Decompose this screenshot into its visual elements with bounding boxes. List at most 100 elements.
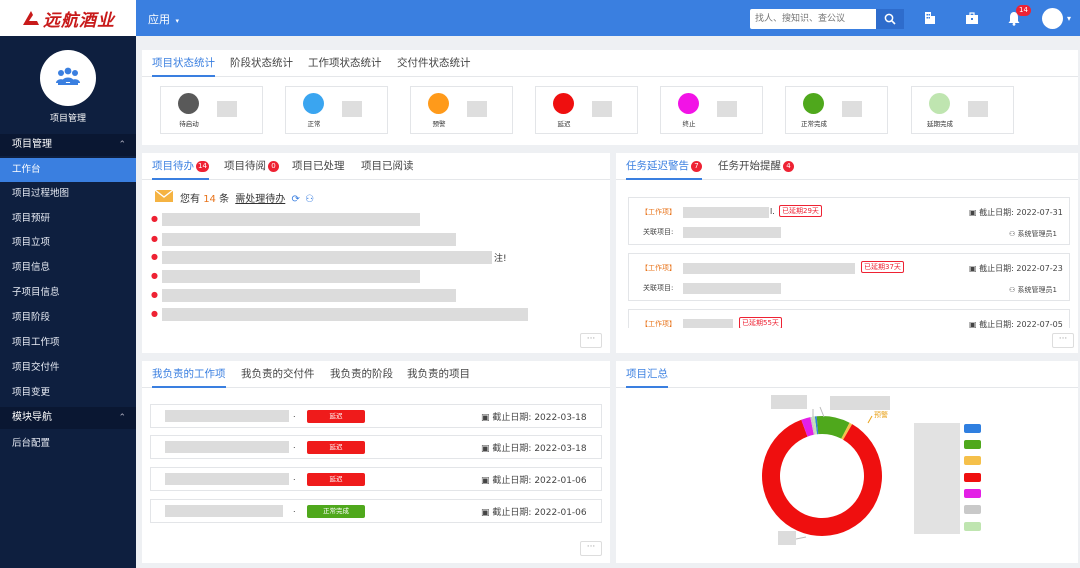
sidebar-item-initiation[interactable]: 项目立项 xyxy=(0,231,136,255)
tab-my-work-items[interactable]: 我负责的工作项 xyxy=(152,361,226,388)
todo-item[interactable] xyxy=(162,308,528,321)
due-date: 2022-07-23 xyxy=(1016,264,1063,273)
warning-item[interactable]: 【工作项】 已延期37天 ▣ 截止日期: 2022-07-23 关联项目: ⚇ … xyxy=(628,253,1070,301)
todo-item[interactable] xyxy=(162,213,420,226)
legend-swatch[interactable] xyxy=(964,440,981,449)
project-label: 关联项目: xyxy=(643,228,674,236)
legend-swatch[interactable] xyxy=(964,424,981,433)
stat-box[interactable]: 正常 xyxy=(285,86,388,134)
warning-due: ▣ 截止日期: 2022-07-23 xyxy=(969,263,1063,274)
stat-count-placeholder xyxy=(217,101,237,117)
sidebar: 项目管理 项目管理 ⌃ 工作台 项目过程地图 项目预研 项目立项 项目信息 子项… xyxy=(0,36,136,568)
legend-swatch[interactable] xyxy=(964,456,981,465)
building-icon[interactable] xyxy=(922,10,938,26)
sidebar-item-research[interactable]: 项目预研 xyxy=(0,207,136,231)
todo-item[interactable] xyxy=(162,233,456,246)
refresh-icon[interactable]: ⟳ xyxy=(291,194,299,205)
more-button[interactable]: ··· xyxy=(1052,333,1074,348)
more-button[interactable]: ··· xyxy=(580,333,602,348)
due-date: 2022-07-05 xyxy=(1016,320,1063,328)
pie-slice-3[interactable] xyxy=(762,419,882,536)
work-item-due: ▣ 截止日期: 2022-03-18 xyxy=(481,410,587,423)
stat-box[interactable]: 终止 xyxy=(660,86,763,134)
search-box xyxy=(750,9,904,29)
tab-my-stages[interactable]: 我负责的阶段 xyxy=(330,361,393,388)
work-item-row[interactable]: . 延迟 ▣ 截止日期: 2022-03-18 xyxy=(150,404,602,428)
more-button[interactable]: ··· xyxy=(580,541,602,556)
stat-box[interactable]: 待启动 xyxy=(160,86,263,134)
envelope-icon xyxy=(154,189,174,202)
sidebar-group-project[interactable]: 项目管理 ⌃ xyxy=(0,134,136,156)
chevron-down-icon[interactable]: ▾ xyxy=(1067,14,1071,23)
warning-item[interactable]: 【工作项】 l. 已延期29天 ▣ 截止日期: 2022-07-31 关联项目:… xyxy=(628,197,1070,245)
tab-task-start-reminder[interactable]: 任务开始提醒 4 xyxy=(718,153,794,180)
status-badge: 正常完成 xyxy=(307,505,365,518)
tab-project-read[interactable]: 项目已阅读 xyxy=(361,153,414,180)
tab-project-todo[interactable]: 项目待办 14 xyxy=(152,153,209,180)
sidebar-item-process-map[interactable]: 项目过程地图 xyxy=(0,182,136,206)
todo-item[interactable] xyxy=(162,251,492,264)
tab-stage-status[interactable]: 阶段状态统计 xyxy=(230,50,293,77)
tab-deliverable-status[interactable]: 交付件状态统计 xyxy=(397,50,471,77)
todo-link[interactable]: 需处理待办 xyxy=(235,194,285,205)
warning-tag: 【工作项】 xyxy=(641,320,676,328)
warning-title xyxy=(683,319,733,328)
tab-my-deliverables[interactable]: 我负责的交付件 xyxy=(241,361,315,388)
legend-swatch[interactable] xyxy=(964,473,981,482)
tab-my-projects[interactable]: 我负责的项目 xyxy=(407,361,470,388)
warning-item[interactable]: 【工作项】 已延期55天 ▣ 截止日期: 2022-07-05 xyxy=(628,309,1070,328)
work-item-row[interactable]: . 延迟 ▣ 截止日期: 2022-03-18 xyxy=(150,435,602,459)
stat-box[interactable]: 预警 xyxy=(410,86,513,134)
sidebar-item-subproject-info[interactable]: 子项目信息 xyxy=(0,281,136,305)
stat-box[interactable]: 延期完成 xyxy=(911,86,1014,134)
stat-box[interactable]: 正常完成 xyxy=(785,86,888,134)
tab-project-processed[interactable]: 项目已处理 xyxy=(292,153,345,180)
briefcase-icon[interactable] xyxy=(964,10,980,26)
sidebar-item-work-items[interactable]: 项目工作项 xyxy=(0,331,136,355)
stat-count-placeholder xyxy=(467,101,487,117)
due-date: 2022-01-06 xyxy=(534,508,587,518)
stat-box[interactable]: 延迟 xyxy=(535,86,638,134)
chart-label-placeholder xyxy=(771,395,807,409)
sidebar-item-workbench[interactable]: 工作台 xyxy=(0,158,136,182)
app-menu-label: 应用 xyxy=(148,13,170,26)
work-item-due: ▣ 截止日期: 2022-03-18 xyxy=(481,441,587,454)
work-item-title-tail: . xyxy=(293,505,296,514)
app-menu[interactable]: 应用 ▾ xyxy=(148,11,179,27)
sidebar-item-stages[interactable]: 项目阶段 xyxy=(0,306,136,330)
work-item-row[interactable]: . 正常完成 ▣ 截止日期: 2022-01-06 xyxy=(150,499,602,523)
sidebar-item-changes[interactable]: 项目变更 xyxy=(0,381,136,405)
todo-item[interactable] xyxy=(162,289,456,302)
chart-label-warning: 预警 xyxy=(874,411,888,419)
tab-task-delay-warning[interactable]: 任务延迟警告 7 xyxy=(626,153,702,180)
due-label: 截止日期: xyxy=(979,208,1014,217)
status-dot-icon xyxy=(803,93,824,114)
summary-prefix: 您有 xyxy=(180,194,200,205)
tab-work-item-status[interactable]: 工作项状态统计 xyxy=(308,50,382,77)
search-button[interactable] xyxy=(876,9,904,29)
todo-item[interactable] xyxy=(162,270,420,283)
warning-list: 【工作项】 l. 已延期29天 ▣ 截止日期: 2022-07-31 关联项目:… xyxy=(616,183,1078,328)
stat-label: 延迟 xyxy=(557,120,571,128)
due-label: 截止日期: xyxy=(492,476,532,486)
legend-swatch[interactable] xyxy=(964,505,981,514)
sidebar-item-project-info[interactable]: 项目信息 xyxy=(0,256,136,280)
stat-label: 预警 xyxy=(432,120,446,128)
calendar-icon: ▣ xyxy=(481,413,490,423)
logo-icon xyxy=(23,11,39,25)
work-item-row[interactable]: . 延迟 ▣ 截止日期: 2022-01-06 xyxy=(150,467,602,491)
sidebar-group-label: 项目管理 xyxy=(12,139,52,150)
todo-tabs: 项目待办 14 项目待阅 0 项目已处理 项目已阅读 xyxy=(142,153,610,180)
legend-swatch[interactable] xyxy=(964,522,981,531)
search-input[interactable] xyxy=(752,10,876,28)
sidebar-group-module-nav[interactable]: 模块导航 ⌃ xyxy=(0,407,136,429)
sidebar-item-deliverables[interactable]: 项目交付件 xyxy=(0,356,136,380)
sidebar-item-admin-config[interactable]: 后台配置 xyxy=(0,432,136,456)
logo[interactable]: 远航酒业 xyxy=(0,0,136,36)
status-dot-icon xyxy=(178,93,199,114)
user-avatar[interactable] xyxy=(1042,8,1063,29)
legend-swatch[interactable] xyxy=(964,489,981,498)
tab-project-status[interactable]: 项目状态统计 xyxy=(152,50,215,77)
tab-project-to-read[interactable]: 项目待阅 0 xyxy=(224,153,279,180)
user-icon[interactable]: ⚇ xyxy=(305,194,314,205)
